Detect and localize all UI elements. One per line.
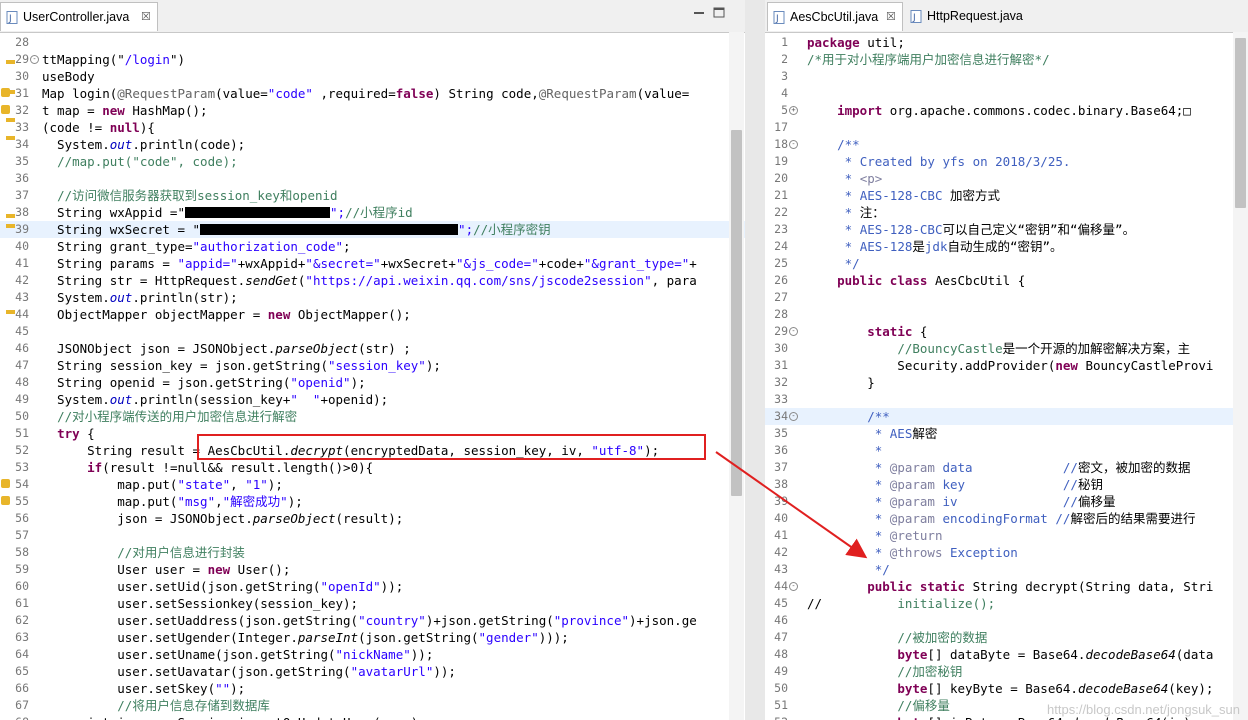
watermark: https://blog.csdn.net/jongsuk_sun (1047, 702, 1240, 717)
annotation-arrow (715, 451, 868, 559)
